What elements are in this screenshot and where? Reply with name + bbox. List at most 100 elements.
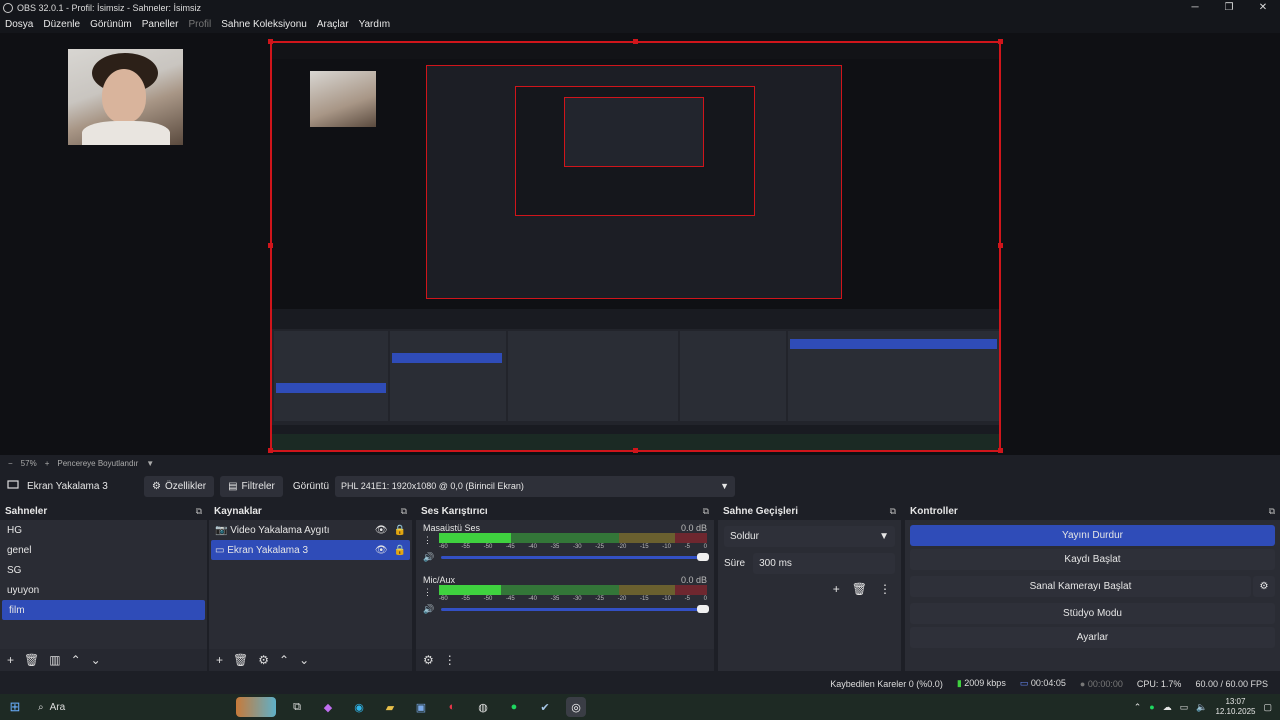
trash-icon[interactable]: 🗑 [24, 653, 39, 667]
undock-icon[interactable]: ⧉ [196, 506, 202, 517]
lock-icon[interactable]: 🔒 [394, 545, 406, 556]
settings-button[interactable]: Ayarlar [910, 627, 1275, 648]
menu-dosya[interactable]: Dosya [0, 19, 38, 30]
screen-capture-source[interactable] [270, 41, 1001, 452]
volume-slider[interactable] [441, 553, 709, 561]
chevron-up-icon[interactable]: ⌃ [1134, 702, 1142, 713]
source-item-video[interactable]: 📷 Video Yakalama Aygıtı 👁 🔒 [211, 520, 410, 540]
fit-to-window-label[interactable]: Pencereye Boyutlandır [57, 459, 138, 468]
undock-icon[interactable]: ⧉ [401, 506, 407, 517]
filter-icon[interactable]: ▥ [49, 653, 60, 667]
speaker-icon[interactable]: 🔊 [423, 604, 434, 615]
resize-handle[interactable] [998, 448, 1003, 453]
store-icon[interactable]: ▣ [411, 697, 431, 717]
filter-icon: ▤ [228, 480, 238, 492]
filters-button[interactable]: ▤ Filtreler [220, 475, 283, 497]
display-select[interactable]: PHL 241E1: 1920x1080 @ 0,0 (Birincil Ekr… [335, 475, 736, 497]
resize-handle[interactable] [268, 448, 273, 453]
scene-item-genel[interactable]: genel [0, 540, 207, 560]
zoom-dropdown-icon[interactable]: ▼ [146, 459, 154, 468]
studio-mode-button[interactable]: Stüdyo Modu [910, 603, 1275, 624]
zoom-in-button[interactable]: + [45, 459, 50, 468]
kebab-menu-icon[interactable]: ⋮ [423, 535, 432, 546]
volume-slider[interactable] [441, 605, 709, 613]
virtual-camera-settings-button[interactable]: ⚙ [1253, 576, 1275, 597]
search-icon: ⌕ [38, 701, 44, 713]
chevron-down-icon: ▼ [879, 531, 889, 542]
edge-icon[interactable]: ◉ [349, 697, 369, 717]
kebab-menu-icon[interactable]: ⋮ [879, 582, 891, 596]
trash-icon[interactable]: 🗑 [233, 653, 248, 667]
menu-profil[interactable]: Profil [183, 19, 216, 30]
volume-meter [439, 533, 707, 543]
network-icon[interactable]: ▭ [1180, 702, 1189, 713]
resize-handle[interactable] [268, 39, 273, 44]
mixer-track-mic: Mic/Aux 0.0 dB ⋮ -60 -55 -50 -45 -40 -35 -30 -2… [421, 575, 709, 625]
menu-araclar[interactable]: Araçlar [312, 19, 354, 30]
steam-icon[interactable]: ✔ [535, 697, 555, 717]
add-icon[interactable]: + [7, 653, 14, 667]
taskbar-clock[interactable]: 13:07 12.10.2025 [1215, 697, 1255, 717]
stop-stream-button[interactable]: Yayını Durdur [910, 525, 1275, 546]
menu-gorunum[interactable]: Görünüm [85, 19, 137, 30]
copilot-icon[interactable]: ◆ [318, 697, 338, 717]
resize-handle[interactable] [998, 39, 1003, 44]
file-explorer-icon[interactable]: ▰ [380, 697, 400, 717]
transition-select[interactable]: Soldur ▼ [724, 526, 895, 547]
resize-handle[interactable] [633, 39, 638, 44]
gear-icon[interactable]: ⚙ [258, 653, 269, 667]
add-icon[interactable]: + [216, 653, 223, 667]
resize-handle[interactable] [998, 243, 1003, 248]
chrome-icon[interactable]: ◍ [473, 697, 493, 717]
arrow-up-icon[interactable]: ⌃ [279, 653, 289, 667]
speaker-icon[interactable]: 🔊 [423, 552, 434, 563]
minimize-button[interactable]: ─ [1178, 2, 1212, 13]
start-record-button[interactable]: Kaydı Başlat [910, 549, 1275, 570]
kebab-menu-icon[interactable]: ⋮ [444, 653, 456, 667]
task-view-icon[interactable]: ⧉ [287, 697, 307, 717]
undock-icon[interactable]: ⧉ [890, 506, 896, 517]
tray-app-icon[interactable]: ● [1149, 702, 1154, 712]
undock-icon[interactable]: ⧉ [1269, 506, 1275, 517]
taskbar-search[interactable]: ⌕ Ara [30, 702, 230, 713]
source-item-screen[interactable]: ▭ Ekran Yakalama 3 👁 🔒 [211, 540, 410, 560]
notification-icon[interactable]: ▢ [1263, 702, 1272, 713]
menu-yardim[interactable]: Yardım [354, 19, 396, 30]
advanced-audio-icon[interactable]: ⚙ [423, 653, 434, 667]
undock-icon[interactable]: ⧉ [703, 506, 709, 517]
arrow-up-icon[interactable]: ⌃ [71, 653, 81, 667]
onedrive-icon[interactable]: ☁ [1163, 702, 1172, 713]
mixer-track-desktop: Masaüstü Ses 0.0 dB ⋮ -60 -55 -50 -45 -40 -35… [421, 523, 709, 573]
resize-handle[interactable] [633, 448, 638, 453]
scene-item-sg[interactable]: SG [0, 560, 207, 580]
kebab-menu-icon[interactable]: ⋮ [423, 587, 432, 598]
arrow-down-icon[interactable]: ⌄ [299, 653, 309, 667]
close-button[interactable]: ✕ [1246, 2, 1280, 13]
scene-item-uyuyon[interactable]: uyuyon [0, 580, 207, 600]
trash-icon[interactable]: 🗑 [852, 582, 867, 596]
eye-icon[interactable]: 👁 [375, 545, 388, 556]
active-source-name: Ekran Yakalama 3 [27, 480, 108, 492]
maximize-button[interactable]: ❐ [1212, 2, 1246, 13]
menu-duzenle[interactable]: Düzenle [38, 19, 85, 30]
resize-handle[interactable] [268, 243, 273, 248]
add-icon[interactable]: + [833, 582, 840, 596]
spotify-icon[interactable]: ● [504, 697, 524, 717]
menu-sahne-koleksiyonu[interactable]: Sahne Koleksiyonu [216, 19, 312, 30]
eye-icon[interactable]: 👁 [375, 525, 388, 536]
lock-icon[interactable]: 🔒 [394, 525, 406, 536]
preview-canvas[interactable] [0, 33, 1280, 455]
menu-paneller[interactable]: Paneller [137, 19, 184, 30]
widgets-icon[interactable] [236, 697, 276, 717]
duration-input[interactable]: 300 ms [753, 553, 895, 574]
start-virtual-camera-button[interactable]: Sanal Kamerayı Başlat [910, 576, 1251, 597]
volume-icon[interactable]: 🔈 [1196, 702, 1207, 713]
zoom-out-button[interactable]: − [8, 459, 13, 468]
properties-button[interactable]: ⚙ Özellikler [144, 475, 215, 497]
windows-start-icon[interactable]: ⊞ [0, 699, 30, 715]
arrow-down-icon[interactable]: ⌄ [91, 653, 101, 667]
browser-icon[interactable]: ◐ [442, 697, 462, 717]
obs-taskbar-icon[interactable]: ◎ [566, 697, 586, 717]
scene-item-film[interactable]: film [2, 600, 205, 620]
scene-item-hg[interactable]: HG [0, 520, 207, 540]
